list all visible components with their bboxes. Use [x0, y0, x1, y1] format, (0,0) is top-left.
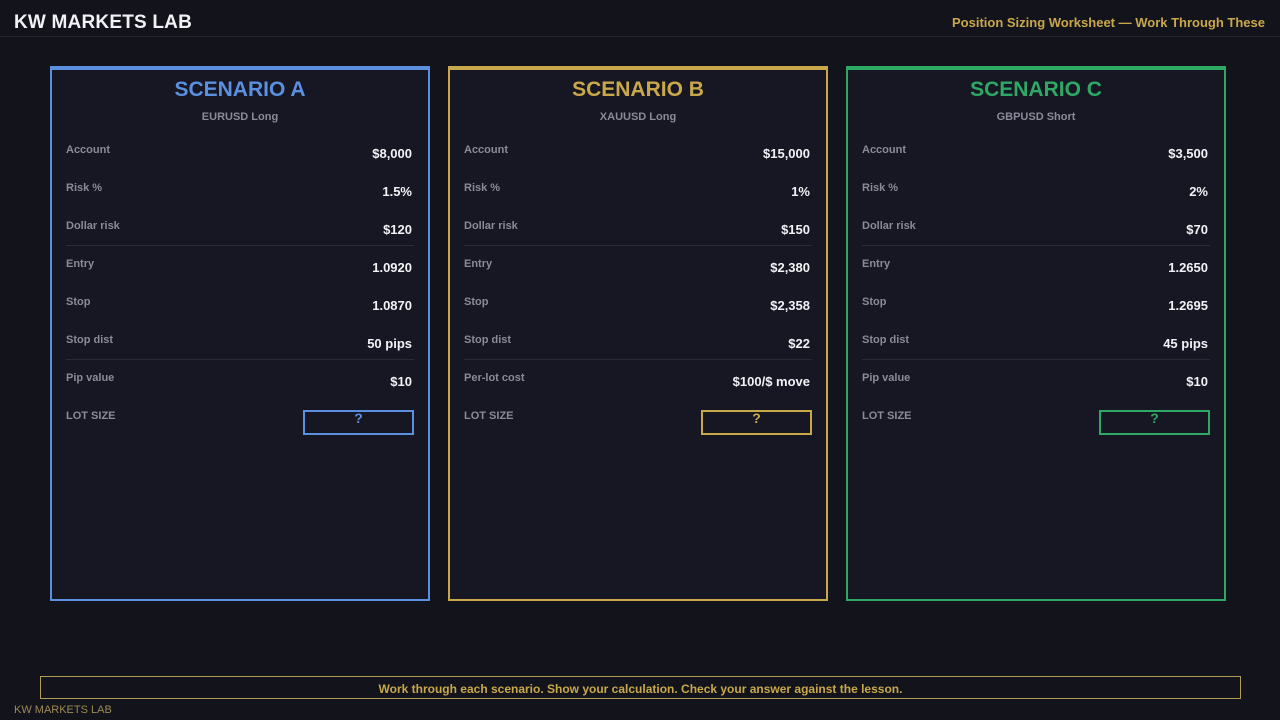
lot-size-label: LOT SIZE: [464, 410, 514, 422]
row-label: Dollar risk: [66, 220, 120, 232]
row-value: $120: [383, 222, 412, 237]
row-dollar-risk: Dollar risk $150: [464, 208, 812, 246]
lot-size-placeholder: ?: [1150, 410, 1159, 426]
lot-size-answer-box[interactable]: ?: [701, 410, 812, 435]
row-label: Risk %: [464, 182, 501, 194]
lot-size-placeholder: ?: [752, 410, 761, 426]
row-value: $2,380: [770, 260, 810, 275]
row-risk-percent: Risk % 1.5%: [66, 170, 414, 208]
instruction-text: Work through each scenario. Show your ca…: [378, 682, 903, 696]
row-stop-dist: Stop dist 45 pips: [862, 322, 1210, 360]
row-value: $15,000: [763, 146, 810, 161]
row-value: 1.5%: [382, 184, 412, 199]
scenario-title: SCENARIO C: [970, 78, 1102, 101]
row-label: Account: [66, 144, 110, 156]
row-value: $70: [1186, 222, 1208, 237]
row-value: 1%: [791, 184, 810, 199]
row-label: Stop: [66, 296, 91, 308]
scenario-pair: EURUSD Long: [201, 111, 279, 123]
row-entry: Entry 1.0920: [66, 245, 414, 284]
row-label: Stop: [862, 296, 887, 308]
row-lot-size: LOT SIZE ?: [464, 398, 812, 436]
lot-size-answer-box[interactable]: ?: [303, 410, 414, 435]
row-label: Dollar risk: [862, 220, 916, 232]
section-divider: [464, 245, 812, 246]
row-value: 1.0870: [372, 298, 412, 313]
row-lot-size: LOT SIZE ?: [862, 398, 1210, 436]
row-pip-value: Pip value $10: [862, 359, 1210, 398]
worksheet-subtitle: Position Sizing Worksheet — Work Through…: [952, 15, 1265, 30]
scenario-card-b: SCENARIO B XAUUSD Long Account $15,000 Ri…: [448, 66, 828, 601]
row-label: Stop dist: [66, 334, 114, 346]
row-stop: Stop 1.0870: [66, 284, 414, 322]
row-account: Account $15,000: [464, 132, 812, 170]
row-value: $10: [390, 374, 412, 389]
row-value: $10: [1186, 374, 1208, 389]
brand-title: KW MARKETS LAB: [14, 12, 193, 33]
row-label: Per-lot cost: [464, 372, 525, 384]
row-value: 1.2695: [1168, 298, 1208, 313]
lot-size-placeholder: ?: [354, 410, 363, 426]
scenario-card-a: SCENARIO A EURUSD Long Account $8,000 Ris…: [50, 66, 430, 601]
row-value: $2,358: [770, 298, 810, 313]
row-label: Pip value: [862, 372, 911, 384]
section-divider: [66, 245, 414, 246]
row-label: Stop: [464, 296, 489, 308]
row-dollar-risk: Dollar risk $70: [862, 208, 1210, 246]
row-label: Risk %: [66, 182, 103, 194]
section-divider: [862, 359, 1210, 360]
row-label: Risk %: [862, 182, 899, 194]
row-label: Account: [862, 144, 906, 156]
header-bar: KW MARKETS LAB Position Sizing Worksheet…: [0, 0, 1280, 37]
row-value: $100/$ move: [732, 374, 810, 389]
scenario-title: SCENARIO A: [174, 78, 306, 101]
row-label: Stop dist: [464, 334, 512, 346]
row-value: $22: [788, 336, 810, 351]
row-value: 45 pips: [1163, 336, 1208, 351]
row-value: 1.0920: [372, 260, 412, 275]
row-risk-percent: Risk % 1%: [464, 170, 812, 208]
row-risk-percent: Risk % 2%: [862, 170, 1210, 208]
row-stop-dist: Stop dist 50 pips: [66, 322, 414, 360]
row-value: 2%: [1189, 184, 1208, 199]
row-value: $8,000: [372, 146, 412, 161]
row-label: Account: [464, 144, 508, 156]
row-label: Entry: [862, 258, 891, 270]
row-label: Pip value: [66, 372, 115, 384]
row-value: $150: [781, 222, 810, 237]
instruction-banner: Work through each scenario. Show your ca…: [40, 676, 1241, 699]
row-account: Account $3,500: [862, 132, 1210, 170]
row-stop: Stop 1.2695: [862, 284, 1210, 322]
row-value: 50 pips: [367, 336, 412, 351]
scenario-pair: XAUUSD Long: [599, 111, 677, 123]
row-entry: Entry 1.2650: [862, 245, 1210, 284]
row-pip-value: Pip value $10: [66, 359, 414, 398]
scenario-pair: GBPUSD Short: [996, 111, 1076, 123]
row-label: Entry: [464, 258, 493, 270]
section-divider: [66, 359, 414, 360]
row-label: Dollar risk: [464, 220, 518, 232]
row-label: Entry: [66, 258, 95, 270]
lot-size-label: LOT SIZE: [66, 410, 116, 422]
section-divider: [464, 359, 812, 360]
scenario-card-c: SCENARIO C GBPUSD Short Account $3,500 Ri…: [846, 66, 1226, 601]
row-stop: Stop $2,358: [464, 284, 812, 322]
section-divider: [862, 245, 1210, 246]
row-account: Account $8,000: [66, 132, 414, 170]
row-value: 1.2650: [1168, 260, 1208, 275]
scenario-title: SCENARIO B: [572, 78, 704, 101]
row-label: Stop dist: [862, 334, 910, 346]
lot-size-label: LOT SIZE: [862, 410, 912, 422]
row-value: $3,500: [1168, 146, 1208, 161]
footer-brand: KW MARKETS LAB: [14, 704, 112, 716]
row-lot-size: LOT SIZE ?: [66, 398, 414, 436]
row-stop-dist: Stop dist $22: [464, 322, 812, 360]
row-dollar-risk: Dollar risk $120: [66, 208, 414, 246]
row-entry: Entry $2,380: [464, 245, 812, 284]
lot-size-answer-box[interactable]: ?: [1099, 410, 1210, 435]
row-per-lot-cost: Per-lot cost $100/$ move: [464, 359, 812, 398]
